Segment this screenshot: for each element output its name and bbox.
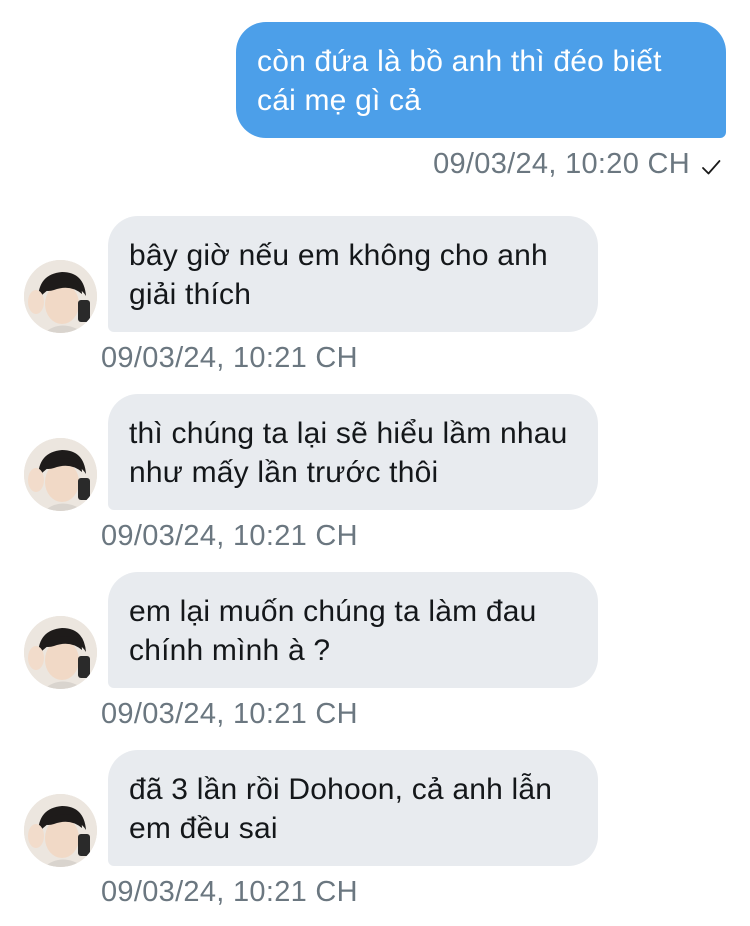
received-message-text: em lại muốn chúng ta làm đau chính mình … (129, 595, 537, 667)
received-message-timestamp: 09/03/24, 10:21 CH (101, 342, 358, 374)
received-message-timestamp: 09/03/24, 10:21 CH (101, 520, 358, 552)
sent-message-timestamp: 09/03/24, 10:20 CH (433, 147, 690, 180)
received-message-timestamp: 09/03/24, 10:21 CH (101, 698, 358, 730)
received-message-timestamp: 09/03/24, 10:21 CH (101, 876, 358, 908)
received-message-bubble[interactable]: bây giờ nếu em không cho anh giải thích (108, 216, 598, 332)
received-message-bubble[interactable]: em lại muốn chúng ta làm đau chính mình … (108, 572, 598, 688)
avatar[interactable] (24, 260, 97, 333)
avatar[interactable] (24, 794, 97, 867)
sent-message-text: còn đứa là bồ anh thì đéo biết cái mẹ gì… (257, 45, 662, 117)
avatar[interactable] (24, 438, 97, 511)
sent-message-bubble[interactable]: còn đứa là bồ anh thì đéo biết cái mẹ gì… (236, 22, 726, 138)
received-message-text: bây giờ nếu em không cho anh giải thích (129, 239, 548, 311)
received-message-bubble[interactable]: đã 3 lần rồi Dohoon, cả anh lẫn em đều s… (108, 750, 598, 866)
received-message-bubble[interactable]: thì chúng ta lại sẽ hiểu lầm nhau như mấ… (108, 394, 598, 510)
received-message-text: thì chúng ta lại sẽ hiểu lầm nhau như mấ… (129, 417, 568, 489)
avatar[interactable] (24, 616, 97, 689)
received-message-text: đã 3 lần rồi Dohoon, cả anh lẫn em đều s… (129, 773, 553, 845)
check-icon (700, 153, 722, 175)
sent-message-timestamp-row: 09/03/24, 10:20 CH (433, 146, 722, 182)
